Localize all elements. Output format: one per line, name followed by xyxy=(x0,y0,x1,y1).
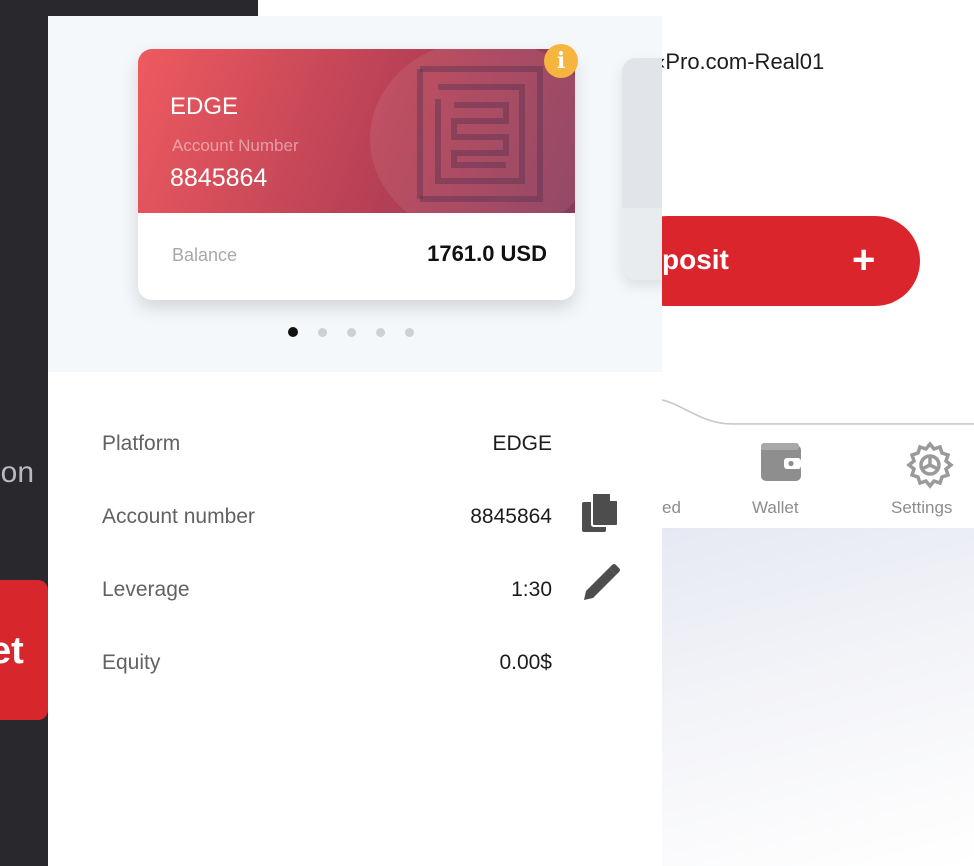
account-card[interactable]: EDGE Account Number 8845864 Balance 1761… xyxy=(138,49,575,300)
left-screen: ion et xyxy=(0,0,48,866)
plus-icon: + xyxy=(852,238,876,282)
card-account-number-label: Account Number xyxy=(172,136,299,155)
pagination-dot[interactable] xyxy=(347,327,356,337)
pagination-dot[interactable] xyxy=(318,327,327,337)
right-screen: ‹Pro.com-Real01 posit + ed Wallet Settin… xyxy=(662,0,974,866)
detail-label-equity: Equity xyxy=(102,651,161,674)
account-details-sheet: EDGE Account Number 8845864 Balance 1761… xyxy=(48,16,662,866)
card-balance-label: Balance xyxy=(172,245,238,265)
detail-label-platform: Platform xyxy=(102,432,181,455)
card-account-number: 8845864 xyxy=(170,164,268,192)
card-balance-value: 1761.0 USD xyxy=(427,241,547,266)
card-logo-icon xyxy=(417,66,543,202)
next-account-card[interactable] xyxy=(622,58,662,280)
pagination-dot[interactable] xyxy=(405,327,414,337)
detail-label-leverage: Leverage xyxy=(102,578,190,601)
deposit-button-label: posit xyxy=(662,244,729,275)
tab-wallet[interactable]: Wallet xyxy=(752,498,799,518)
pencil-icon[interactable] xyxy=(578,562,622,606)
tab-partial[interactable]: ed xyxy=(662,498,681,518)
copy-icon[interactable] xyxy=(578,490,622,534)
pagination-dot[interactable] xyxy=(376,327,385,337)
next-account-card-header xyxy=(622,58,662,208)
account-title: ‹Pro.com-Real01 xyxy=(662,49,825,74)
left-screen-top-strip xyxy=(48,0,258,16)
pagination-dot-active[interactable] xyxy=(288,327,298,337)
info-icon[interactable]: i xyxy=(544,44,578,78)
detail-value-account-number: 8845864 xyxy=(470,505,552,528)
wallet-icon xyxy=(761,443,801,481)
right-screen-background xyxy=(662,528,974,866)
left-screen-partial-text: ion xyxy=(0,456,35,489)
tab-settings[interactable]: Settings xyxy=(891,498,952,518)
gear-icon xyxy=(906,441,954,489)
detail-label-account-number: Account number xyxy=(102,505,255,528)
carousel-pagination xyxy=(288,327,414,337)
detail-value-leverage: 1:30 xyxy=(511,578,552,601)
account-card-header: EDGE Account Number 8845864 xyxy=(138,49,575,239)
card-platform: EDGE xyxy=(170,93,239,120)
detail-value-equity: 0.00$ xyxy=(499,651,552,674)
left-screen-action-button-label: et xyxy=(0,630,24,672)
detail-value-platform: EDGE xyxy=(492,432,552,455)
